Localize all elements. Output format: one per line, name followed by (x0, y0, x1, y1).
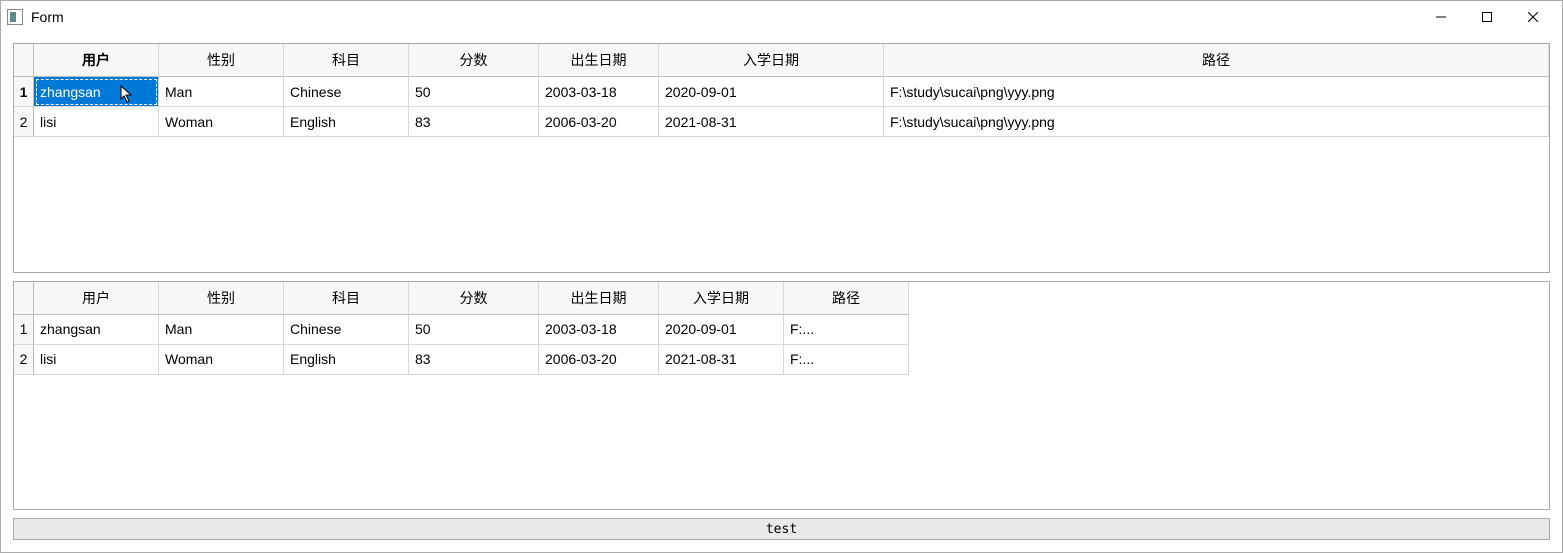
table-1-header-subject[interactable]: 科目 (284, 44, 409, 77)
table-2[interactable]: 用户 性别 科目 分数 出生日期 入学日期 路径 1 zhangsan Man … (14, 282, 1549, 375)
table-1-panel: 用户 性别 科目 分数 出生日期 入学日期 路径 1 zhangsan Man … (13, 43, 1550, 273)
table-1-header-birthdate[interactable]: 出生日期 (539, 44, 659, 77)
table-2-cell[interactable]: 50 (409, 315, 539, 345)
table-2-header-subject[interactable]: 科目 (284, 282, 409, 315)
table-1-header-score[interactable]: 分数 (409, 44, 539, 77)
minimize-button[interactable] (1418, 1, 1464, 33)
table-2-header-enrolldate[interactable]: 入学日期 (659, 282, 784, 315)
table-1-cell[interactable]: 2021-08-31 (659, 107, 884, 137)
content-area: 用户 性别 科目 分数 出生日期 入学日期 路径 1 zhangsan Man … (1, 33, 1562, 552)
minimize-icon (1436, 12, 1446, 22)
table-1-cell[interactable]: 50 (409, 77, 539, 107)
maximize-button[interactable] (1464, 1, 1510, 33)
table-2-cell[interactable]: lisi (34, 345, 159, 375)
table-2-header-birthdate[interactable]: 出生日期 (539, 282, 659, 315)
table-1-cell[interactable]: Chinese (284, 77, 409, 107)
table-2-cell[interactable]: 2006-03-20 (539, 345, 659, 375)
table-2-cell[interactable]: Man (159, 315, 284, 345)
table-2-rowheader-2[interactable]: 2 (14, 345, 34, 375)
table-1-cell[interactable]: 2003-03-18 (539, 77, 659, 107)
table-2-cell[interactable]: 2020-09-01 (659, 315, 784, 345)
cursor-icon (120, 85, 134, 103)
table-2-cell[interactable]: 2003-03-18 (539, 315, 659, 345)
table-2-cell[interactable]: English (284, 345, 409, 375)
table-2-header-path[interactable]: 路径 (784, 282, 909, 315)
maximize-icon (1482, 12, 1492, 22)
table-2-cell[interactable]: zhangsan (34, 315, 159, 345)
table-1-rowheader-2[interactable]: 2 (14, 107, 34, 137)
table-2-header-score[interactable]: 分数 (409, 282, 539, 315)
test-button-label: test (766, 522, 797, 537)
table-1-header-path[interactable]: 路径 (884, 44, 1549, 77)
table-2-header-gender[interactable]: 性别 (159, 282, 284, 315)
titlebar[interactable]: Form (1, 1, 1562, 33)
table-1-cell[interactable]: F:\study\sucai\png\yyy.png (884, 77, 1549, 107)
table-2-corner[interactable] (14, 282, 34, 315)
table-2-rowheader-1[interactable]: 1 (14, 315, 34, 345)
table-1-cell[interactable]: Man (159, 77, 284, 107)
table-1-header-enrolldate[interactable]: 入学日期 (659, 44, 884, 77)
close-button[interactable] (1510, 1, 1556, 33)
table-1-cell[interactable]: F:\study\sucai\png\yyy.png (884, 107, 1549, 137)
table-2-cell[interactable]: 83 (409, 345, 539, 375)
table-1[interactable]: 用户 性别 科目 分数 出生日期 入学日期 路径 1 zhangsan Man … (14, 44, 1549, 137)
table-2-cell[interactable]: Chinese (284, 315, 409, 345)
table-1-cell[interactable]: Woman (159, 107, 284, 137)
close-icon (1528, 12, 1538, 22)
table-1-cell[interactable]: lisi (34, 107, 159, 137)
table-1-header-gender[interactable]: 性别 (159, 44, 284, 77)
form-window: Form 用户 性别 科目 分数 出生日期 入学日期 (0, 0, 1563, 553)
table-2-cell[interactable]: F:... (784, 315, 909, 345)
table-1-corner[interactable] (14, 44, 34, 77)
table-1-rowheader-1[interactable]: 1 (14, 77, 34, 107)
table-1-cell[interactable]: zhangsan (34, 77, 159, 107)
table-1-cell[interactable]: English (284, 107, 409, 137)
app-icon (7, 9, 23, 25)
window-title: Form (31, 9, 64, 25)
table-1-cell[interactable]: 2006-03-20 (539, 107, 659, 137)
table-2-cell[interactable]: 2021-08-31 (659, 345, 784, 375)
table-1-cell[interactable]: 83 (409, 107, 539, 137)
table-2-cell[interactable]: F:... (784, 345, 909, 375)
table-1-cell[interactable]: 2020-09-01 (659, 77, 884, 107)
table-1-header-user[interactable]: 用户 (34, 44, 159, 77)
table-2-cell[interactable]: Woman (159, 345, 284, 375)
test-button[interactable]: test (13, 518, 1550, 540)
table-2-panel: 用户 性别 科目 分数 出生日期 入学日期 路径 1 zhangsan Man … (13, 281, 1550, 511)
table-2-header-user[interactable]: 用户 (34, 282, 159, 315)
window-controls (1418, 1, 1556, 33)
